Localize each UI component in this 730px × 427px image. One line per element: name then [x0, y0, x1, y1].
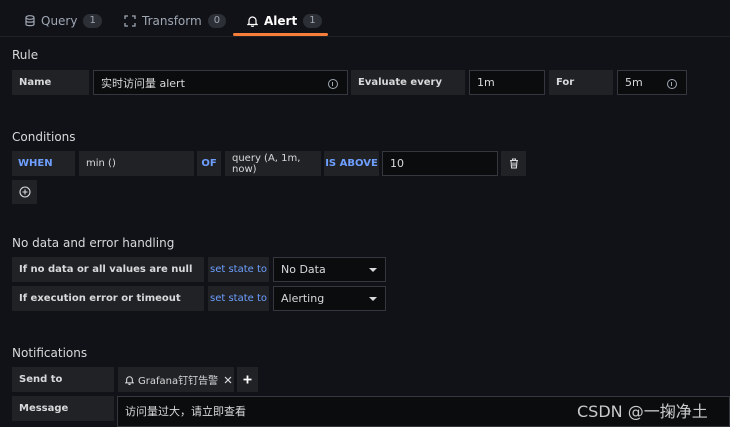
- tab-alert-count: 1: [303, 14, 322, 28]
- error-state-select[interactable]: Alerting: [273, 286, 386, 311]
- tab-alert-label: Alert: [264, 14, 298, 28]
- tab-query-label: Query: [41, 14, 78, 28]
- for-input[interactable]: 5m: [617, 70, 687, 95]
- conditions-heading: Conditions: [12, 130, 76, 144]
- evaluate-every-label: Evaluate every: [351, 70, 465, 95]
- for-value: 5m: [625, 76, 643, 89]
- trash-icon: [509, 158, 518, 169]
- database-icon: [25, 15, 35, 27]
- caret-down-icon: [369, 267, 377, 272]
- bell-icon: [247, 16, 258, 27]
- notifications-heading: Notifications: [12, 346, 88, 360]
- tab-bar: [0, 0, 730, 37]
- plus-circle-icon: [18, 186, 31, 198]
- error-label: If execution error or timeout: [12, 286, 204, 311]
- active-tab-indicator: [233, 33, 328, 36]
- info-icon[interactable]: [667, 78, 677, 89]
- no-data-label: If no data or all values are null: [12, 257, 204, 282]
- rule-name-value: 实时访问量 alert: [101, 76, 185, 90]
- query-select[interactable]: query (A, 1m, now): [225, 151, 321, 176]
- evaluate-every-input[interactable]: 1m: [469, 70, 545, 95]
- send-to-label: Send to: [12, 367, 114, 392]
- evaluate-every-value: 1m: [477, 76, 495, 89]
- reducer-select[interactable]: min (): [79, 151, 194, 176]
- threshold-value: 10: [390, 157, 404, 170]
- of-keyword: OF: [197, 151, 221, 176]
- threshold-input[interactable]: 10: [382, 151, 498, 176]
- when-keyword: WHEN: [12, 151, 75, 176]
- tab-alert[interactable]: Alert 1: [247, 10, 322, 32]
- plus-icon: [243, 375, 252, 384]
- delete-condition-button[interactable]: [501, 151, 526, 176]
- name-label: Name: [12, 70, 89, 95]
- add-condition-button[interactable]: [12, 180, 37, 204]
- message-value: 访问量过大，请立即查看: [125, 405, 246, 418]
- tab-transform[interactable]: Transform 0: [124, 10, 227, 32]
- tab-transform-count: 0: [207, 14, 227, 28]
- info-icon[interactable]: [328, 78, 338, 89]
- transform-icon: [124, 15, 136, 27]
- tab-query-count: 1: [83, 14, 102, 28]
- evaluator-select[interactable]: IS ABOVE: [324, 151, 379, 176]
- tab-query[interactable]: Query 1: [25, 10, 102, 32]
- watermark: CSDN @一掬净土: [577, 402, 708, 421]
- error-action: set state to: [208, 286, 269, 311]
- error-state-value: Alerting: [281, 292, 325, 305]
- close-icon[interactable]: [224, 376, 232, 384]
- bell-icon: [125, 375, 134, 385]
- no-data-action: set state to: [208, 257, 269, 282]
- for-label: For: [549, 70, 613, 95]
- no-data-state-select[interactable]: No Data: [273, 257, 386, 282]
- rule-heading: Rule: [12, 48, 39, 62]
- notification-channel-name: Grafana钉钉告警: [138, 376, 219, 387]
- no-data-state-value: No Data: [281, 263, 326, 276]
- tab-transform-label: Transform: [142, 14, 202, 28]
- message-label: Message: [12, 396, 114, 421]
- notification-channel-tag[interactable]: Grafana钉钉告警: [118, 367, 234, 392]
- no-data-heading: No data and error handling: [12, 236, 175, 250]
- add-notification-button[interactable]: [237, 367, 258, 392]
- caret-down-icon: [369, 296, 377, 301]
- rule-name-input[interactable]: 实时访问量 alert: [93, 70, 348, 95]
